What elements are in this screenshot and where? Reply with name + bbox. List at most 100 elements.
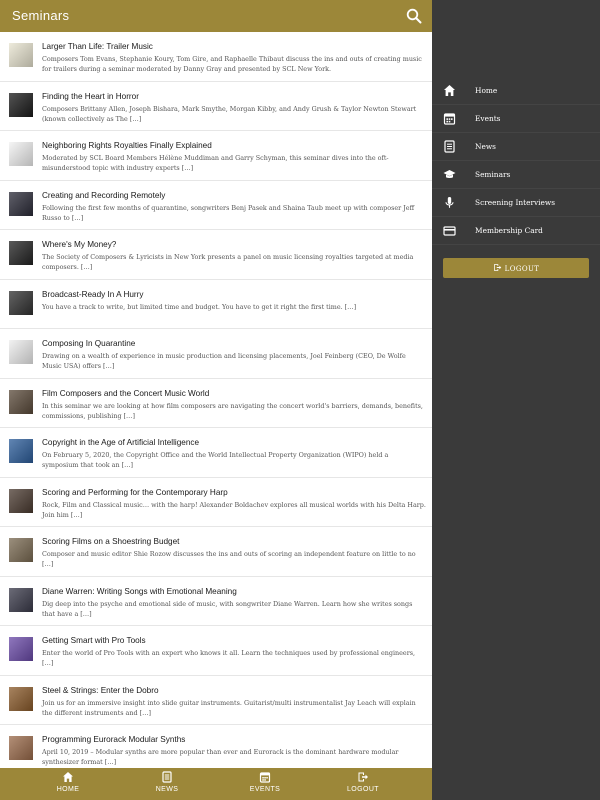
menu-label: Home (475, 86, 498, 95)
seminar-thumbnail (9, 241, 33, 265)
seminar-thumbnail (9, 736, 33, 760)
tab-home[interactable]: HOME (38, 771, 98, 799)
seminar-list-item[interactable]: Scoring Films on a Shoestring Budget Comp… (0, 527, 432, 577)
menu-label: Seminars (475, 170, 511, 179)
seminar-list-item[interactable]: Neighboring Rights Royalties Finally Exp… (0, 131, 432, 181)
seminar-description: Composer and music editor Shie Rozow dis… (42, 550, 416, 568)
seminar-description: Drawing on a wealth of experience in mus… (42, 352, 406, 370)
seminar-description: April 10, 2019 – Modular synths are more… (42, 748, 399, 766)
seminar-title: Getting Smart with Pro Tools (42, 636, 146, 645)
search-icon[interactable] (406, 8, 422, 24)
seminar-list-item[interactable]: Programming Eurorack Modular Synths April… (0, 725, 432, 768)
tab-label: EVENTS (249, 786, 281, 793)
menu-label: Membership Card (475, 226, 543, 235)
seminar-thumbnail (9, 439, 33, 463)
logout-icon (493, 264, 501, 271)
seminar-description: Following the first few months of quaran… (42, 203, 415, 222)
seminar-list-item[interactable]: Steel & Strings: Enter the Dobro Join us … (0, 676, 432, 725)
graduation-cap-icon (443, 170, 456, 178)
seminar-title: Copyright in the Age of Artificial Intel… (42, 438, 200, 447)
microphone-icon (445, 197, 454, 208)
seminar-thumbnail (9, 92, 33, 117)
tab-news[interactable]: NEWS (137, 771, 197, 799)
tab-label: LOGOUT (347, 786, 379, 793)
seminar-title: Scoring Films on a Shoestring Budget (42, 537, 180, 546)
seminar-description: Moderated by SCL Board Members Hélène Mu… (42, 154, 389, 172)
drawer-header (432, 0, 600, 32)
seminar-title: Steel & Strings: Enter the Dobro (42, 685, 159, 695)
menu-label: Screening Interviews (475, 198, 556, 207)
logout-label: LOGOUT (504, 264, 540, 273)
seminar-description: On February 5, 2020, the Copyright Offic… (42, 451, 389, 469)
seminar-list-item[interactable]: Creating and Recording Remotely Following… (0, 181, 432, 230)
seminar-list-item[interactable]: Composing In Quarantine Drawing on a weal… (0, 329, 432, 379)
tab-label: NEWS (155, 786, 179, 793)
seminar-thumbnail (9, 290, 33, 315)
seminar-title: Scoring and Performing for the Contempor… (42, 487, 228, 497)
logout-button[interactable]: LOGOUT (443, 258, 589, 278)
seminar-list-item[interactable]: Getting Smart with Pro Tools Enter the wo… (0, 626, 432, 676)
menu-item-news[interactable]: News (432, 133, 600, 161)
seminar-thumbnail (9, 587, 33, 612)
logout-icon (358, 772, 368, 782)
menu-item-home[interactable]: Home (432, 77, 600, 105)
seminar-title: Composing In Quarantine (42, 339, 136, 348)
seminar-description: You have a track to write, but limited t… (42, 302, 357, 311)
seminar-description: Composers Brittany Allen, Joseph Bishara… (42, 104, 417, 123)
seminar-title: Neighboring Rights Royalties Finally Exp… (42, 141, 212, 150)
seminar-list-item[interactable]: Copyright in the Age of Artificial Intel… (0, 428, 432, 478)
menu-label: Events (475, 114, 501, 123)
seminar-list-item[interactable]: Broadcast-Ready In A Hurry You have a tra… (0, 280, 432, 329)
news-icon (162, 771, 172, 783)
tab-logout[interactable]: LOGOUT (333, 771, 393, 799)
side-drawer: Home Events News Seminars Screening Inte… (432, 0, 600, 800)
seminar-title: Larger Than Life: Trailer Music (42, 42, 153, 51)
seminar-list-item[interactable]: Where's My Money? The Society of Composer… (0, 230, 432, 280)
menu-item-screening-interviews[interactable]: Screening Interviews (432, 189, 600, 217)
seminar-title: Where's My Money? (42, 240, 117, 249)
seminar-list-item[interactable]: Finding the Heart in Horror Composers Bri… (0, 82, 432, 131)
seminar-description: Join us for an immersive insight into sl… (42, 698, 416, 717)
seminar-thumbnail (9, 191, 33, 216)
menu-item-membership-card[interactable]: Membership Card (432, 217, 600, 245)
seminar-thumbnail (9, 686, 33, 711)
seminar-thumbnail (9, 538, 33, 562)
seminar-list-item[interactable]: Film Composers and the Concert Music Wor… (0, 379, 432, 428)
seminar-list: Larger Than Life: Trailer Music Composers… (0, 32, 432, 768)
bottom-tab-bar: HOME NEWS EVENTS LOGOUT (0, 768, 432, 800)
page-title: Seminars (12, 8, 70, 23)
seminar-description: In this seminar we are looking at how fi… (42, 401, 423, 420)
menu-item-seminars[interactable]: Seminars (432, 161, 600, 189)
calendar-icon (259, 772, 271, 783)
seminar-list-item[interactable]: Scoring and Performing for the Contempor… (0, 478, 432, 527)
seminar-title: Film Composers and the Concert Music Wor… (42, 388, 210, 398)
tab-events[interactable]: EVENTS (235, 771, 295, 799)
seminar-thumbnail (9, 389, 33, 414)
home-icon (63, 772, 73, 782)
seminar-description: The Society of Composers & Lyricists in … (42, 253, 414, 271)
seminar-thumbnail (9, 637, 33, 661)
card-icon (443, 226, 456, 236)
seminar-description: Rock, Film and Classical music… with the… (42, 500, 426, 519)
seminar-description: Composers Tom Evans, Stephanie Koury, To… (42, 55, 422, 73)
seminar-title: Broadcast-Ready In A Hurry (42, 289, 144, 299)
seminar-title: Diane Warren: Writing Songs with Emotion… (42, 586, 237, 596)
calendar-icon (443, 113, 456, 125)
home-icon (444, 85, 455, 96)
menu-label: News (475, 142, 496, 151)
news-icon (444, 140, 455, 153)
top-bar: Seminars (0, 0, 432, 32)
seminar-title: Finding the Heart in Horror (42, 91, 139, 101)
seminar-thumbnail (9, 43, 33, 67)
menu-item-events[interactable]: Events (432, 105, 600, 133)
seminar-list-item[interactable]: Diane Warren: Writing Songs with Emotion… (0, 577, 432, 626)
seminar-description: Enter the world of Pro Tools with an exp… (42, 649, 416, 667)
seminar-description: Dig deep into the psyche and emotional s… (42, 599, 413, 618)
seminar-thumbnail (9, 142, 33, 166)
seminar-thumbnail (9, 488, 33, 513)
seminar-list-item[interactable]: Larger Than Life: Trailer Music Composers… (0, 32, 432, 82)
tab-label: HOME (56, 786, 80, 793)
seminar-thumbnail (9, 340, 33, 364)
seminar-title: Programming Eurorack Modular Synths (42, 735, 186, 744)
seminar-title: Creating and Recording Remotely (42, 190, 166, 200)
